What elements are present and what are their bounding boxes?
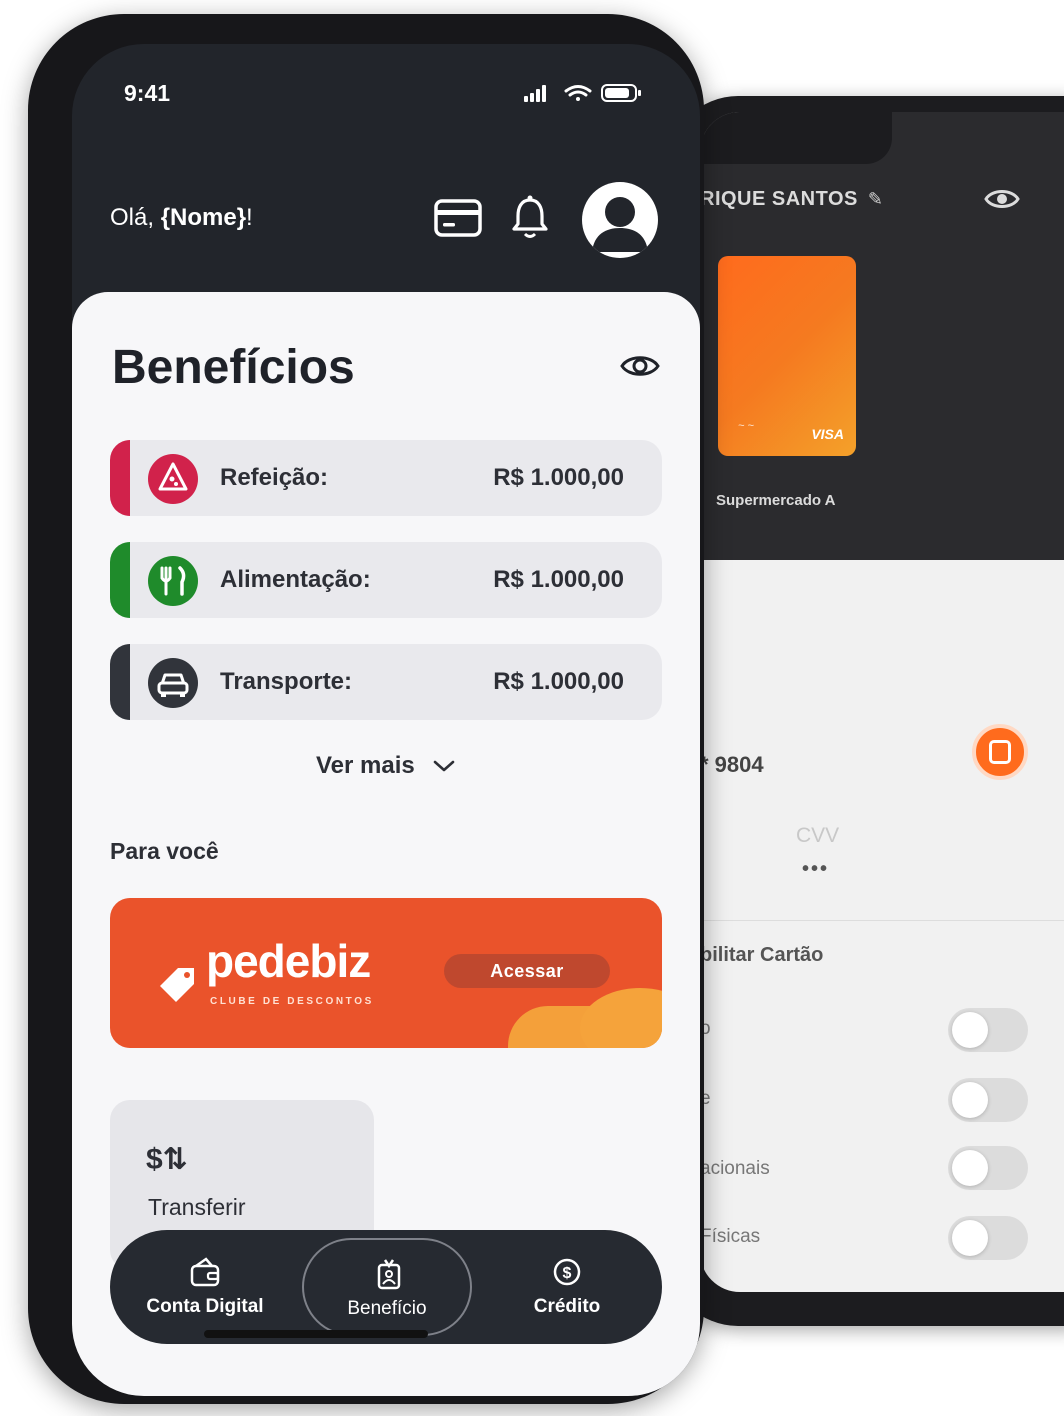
- signal-icon: [524, 85, 546, 102]
- promo-banner[interactable]: pedebiz CLUBE DE DESCONTOS Acessar: [110, 898, 662, 1048]
- benefit-label: Transporte:: [220, 668, 353, 695]
- back-phone-screen: RIQUE SANTOS ✎ ~ ~ VISA Supermercado A * …: [700, 112, 1064, 1292]
- benefit-label: Alimentação:: [220, 566, 371, 593]
- wifi-icon: [564, 85, 592, 101]
- nav-item-credito[interactable]: $ Crédito: [482, 1230, 652, 1344]
- cvv-value[interactable]: •••: [802, 858, 829, 881]
- eye-icon[interactable]: [620, 350, 660, 382]
- battery-icon: [601, 84, 641, 102]
- back-user-name: RIQUE SANTOS ✎: [700, 188, 884, 210]
- nav-label: Conta Digital: [146, 1296, 264, 1317]
- benefit-color-bar: [110, 644, 130, 720]
- chevron-down-icon: [433, 760, 455, 772]
- pizza-icon: [148, 454, 198, 504]
- dollar-circle-icon: $: [553, 1258, 581, 1286]
- cvv-label: CVV: [796, 824, 840, 847]
- bottom-navigation: Conta Digital Benefício $ Crédito: [110, 1230, 662, 1344]
- decorative-blob: [580, 988, 662, 1048]
- quick-action-label: Transferir: [148, 1194, 246, 1220]
- promo-subtitle: CLUBE DE DESCONTOS: [210, 996, 374, 1007]
- eye-icon[interactable]: [984, 184, 1020, 214]
- section-title: bilitar Cartão: [700, 944, 824, 966]
- avatar-silhouette: [592, 197, 648, 252]
- card-brand: VISA: [811, 426, 844, 442]
- wallet-icon: [190, 1257, 220, 1287]
- benefit-item-refeicao[interactable]: Refeição: R$ 1.000,00: [110, 440, 662, 516]
- toggle-row-label: Físicas: [700, 1226, 761, 1247]
- nav-label: Benefício: [347, 1298, 427, 1319]
- access-button[interactable]: Acessar: [444, 954, 610, 988]
- svg-text:$: $: [563, 1265, 572, 1282]
- toggle-switch[interactable]: [948, 1216, 1028, 1260]
- toggle-switch[interactable]: [948, 1008, 1028, 1052]
- fork-knife-icon: [148, 556, 198, 606]
- transfer-icon: $⇅: [146, 1143, 188, 1176]
- card-image[interactable]: ~ ~ VISA: [718, 256, 856, 456]
- pencil-icon[interactable]: ✎: [868, 189, 884, 209]
- benefit-value: R$ 1.000,00: [493, 566, 624, 593]
- card-signature: ~ ~: [738, 420, 754, 432]
- status-time: 9:41: [124, 80, 171, 106]
- page-title: Benefícios: [112, 341, 355, 394]
- see-more-button[interactable]: Ver mais: [316, 752, 455, 780]
- card-action-button[interactable]: [972, 724, 1028, 780]
- benefit-item-transporte[interactable]: Transporte: R$ 1.000,00: [110, 644, 662, 720]
- front-phone-screen: 9:41 Olá, {Nome}! Benefícios Refeição: R…: [72, 44, 700, 1396]
- nav-item-beneficio[interactable]: Benefício: [302, 1238, 472, 1336]
- benefit-color-bar: [110, 440, 130, 516]
- card-action-icon: [989, 740, 1011, 764]
- user-avatar-icon[interactable]: [582, 182, 658, 258]
- tag-icon: [160, 968, 194, 1002]
- toggle-switch[interactable]: [948, 1078, 1028, 1122]
- benefit-value: R$ 1.000,00: [493, 668, 624, 695]
- greeting: Olá, {Nome}!: [110, 204, 253, 231]
- benefit-value: R$ 1.000,00: [493, 464, 624, 491]
- car-icon: [148, 658, 198, 708]
- toggle-row-label: acionais: [700, 1158, 770, 1179]
- status-icons: [524, 84, 641, 102]
- card-caption: Supermercado A: [716, 492, 836, 509]
- bell-icon[interactable]: [510, 194, 550, 240]
- main-content: Benefícios Refeição: R$ 1.000,00 Aliment…: [72, 292, 700, 1396]
- front-phone-frame: 9:41 Olá, {Nome}! Benefícios Refeição: R…: [28, 14, 704, 1404]
- nav-label: Crédito: [533, 1296, 601, 1317]
- benefit-item-alimentacao[interactable]: Alimentação: R$ 1.000,00: [110, 542, 662, 618]
- home-indicator: [204, 1330, 428, 1338]
- card-last4: * 9804: [700, 752, 764, 777]
- back-header: RIQUE SANTOS ✎ ~ ~ VISA Supermercado A: [700, 112, 1064, 560]
- credit-card-icon[interactable]: [434, 198, 482, 238]
- section-title: Para você: [110, 838, 219, 864]
- promo-logo: pedebiz: [206, 935, 371, 987]
- benefit-color-bar: [110, 542, 130, 618]
- benefit-label: Refeição:: [220, 464, 329, 491]
- badge-icon: [377, 1259, 401, 1290]
- divider: [700, 920, 1064, 921]
- toggle-switch[interactable]: [948, 1146, 1028, 1190]
- nav-item-conta-digital[interactable]: Conta Digital: [120, 1230, 290, 1344]
- back-notch: [700, 112, 892, 164]
